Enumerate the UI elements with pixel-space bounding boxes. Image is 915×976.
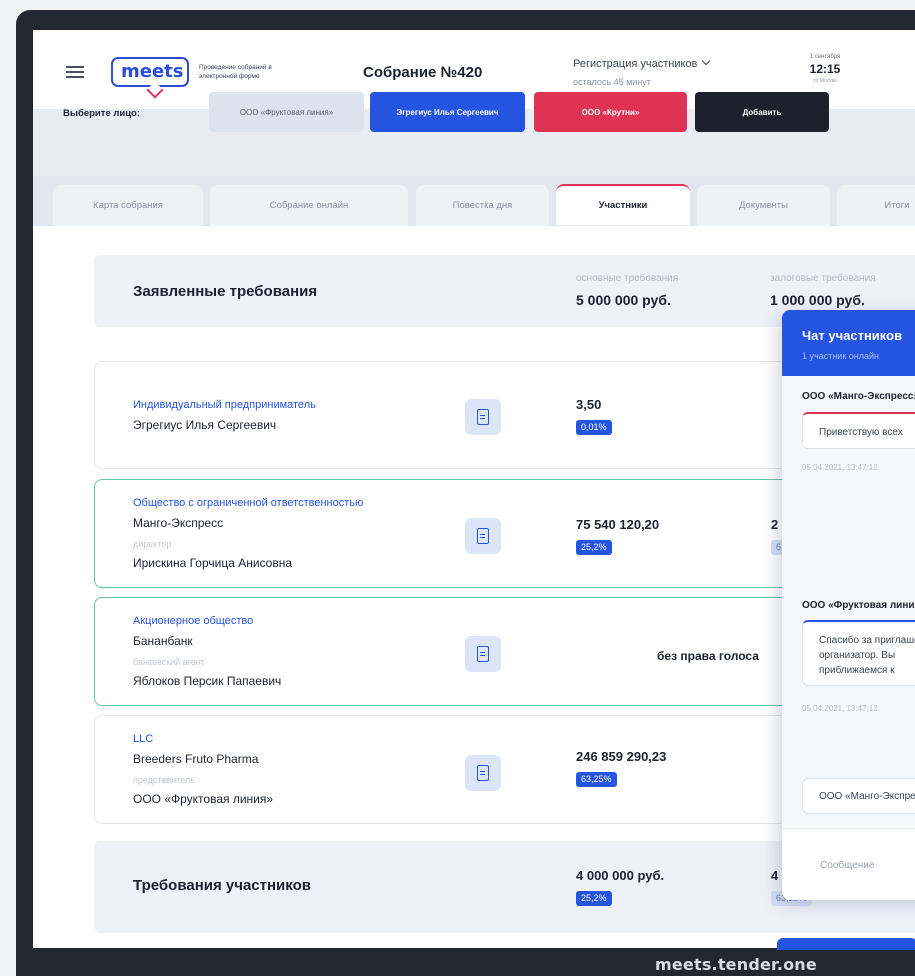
claims-title: Заявленные требования bbox=[133, 283, 318, 300]
meeting-title: Собрание №420 bbox=[363, 64, 483, 81]
participant-type: LLC bbox=[133, 733, 154, 745]
participant-representative: ООО «Фруктовая линия» bbox=[133, 792, 274, 806]
date-label: 1 сентября bbox=[809, 54, 841, 60]
message-author: ООО «Манго-Экспресс» bbox=[802, 391, 915, 402]
registration-dropdown[interactable]: Регистрация участников bbox=[573, 56, 711, 70]
logo-text: meets bbox=[121, 61, 184, 82]
document-icon[interactable] bbox=[465, 399, 501, 435]
participant-claims-amount: 4 000 000 руб. bbox=[576, 868, 665, 883]
participant-type: Индивидуальный предприниматель bbox=[133, 399, 316, 411]
tab-meeting-online[interactable]: Собрание онлайн bbox=[210, 185, 408, 226]
participant-collateral-amount: 2 bbox=[771, 517, 779, 532]
tab-agenda[interactable]: Повестка дня bbox=[416, 185, 549, 226]
message-text-line: приближаемся к bbox=[819, 665, 895, 676]
chat-panel: Чат участников 1 участник онлайн ООО «Ма… bbox=[782, 310, 915, 900]
logo-tagline: Проведение собраний в электронной форме bbox=[199, 64, 272, 80]
chat-header: Чат участников 1 участник онлайн bbox=[782, 310, 915, 376]
tab-meeting-map[interactable]: Карта собрания bbox=[53, 185, 203, 226]
menu-icon[interactable] bbox=[66, 66, 84, 78]
logo[interactable]: meets bbox=[111, 57, 189, 87]
participant-representative: Ирискина Горчица Анисовна bbox=[133, 556, 293, 570]
message-bubble: Спасибо за приглашение, организатор. Вы … bbox=[802, 620, 915, 686]
document-icon[interactable] bbox=[465, 636, 501, 672]
message-time: 05.04.2021, 13:47:12 bbox=[802, 463, 878, 472]
person-option-krutni[interactable]: ООО «Крутни» bbox=[534, 92, 687, 132]
tab-documents[interactable]: Документы bbox=[697, 185, 830, 226]
participant-type: Общество с ограниченной ответственностью bbox=[133, 497, 364, 509]
participant-percent: 25,2% bbox=[576, 540, 612, 555]
tab-participants[interactable]: Участники bbox=[556, 184, 690, 225]
registration-remaining: осталось 45 минут bbox=[573, 77, 651, 87]
participant-amount: 246 859 290,23 bbox=[576, 749, 667, 764]
participant-name: Эгрегиус Илья Сергеевич bbox=[133, 418, 277, 432]
no-vote-label: без права голоса bbox=[657, 649, 759, 663]
participant-role: представитель bbox=[133, 775, 195, 785]
participant-representative: Яблоков Персик Папаевич bbox=[133, 674, 282, 688]
document-icon[interactable] bbox=[465, 518, 501, 554]
person-selector-label: Выберите лицо: bbox=[63, 108, 141, 119]
participant-claims-collateral-amount: 4 bbox=[771, 868, 779, 883]
participant-name: Breeders Fruto Pharma bbox=[133, 752, 259, 766]
participant-name: Манго-Экспресс bbox=[133, 516, 224, 530]
participant-type: Акционерное общество bbox=[133, 615, 254, 627]
registration-label: Регистрация участников bbox=[573, 58, 698, 70]
participant-claims-title: Требования участников bbox=[133, 877, 311, 894]
participant-claims-percent: 25,2% bbox=[576, 891, 612, 906]
participant-role: банковский агент bbox=[133, 657, 205, 667]
app-viewport: meets Проведение собраний в электронной … bbox=[33, 30, 915, 948]
message-time: 05.04.2021, 13:47:12 bbox=[802, 704, 878, 713]
message-bubble: ООО «Манго-Экспресс» bbox=[802, 778, 915, 814]
chat-title: Чат участников bbox=[802, 328, 903, 343]
message-author: ООО «Фруктовая линия» bbox=[802, 600, 915, 611]
chat-input-placeholder[interactable]: Сообщение bbox=[820, 860, 874, 871]
document-icon[interactable] bbox=[465, 755, 501, 791]
participant-role: директор bbox=[133, 539, 172, 549]
participant-amount: 3,50 bbox=[576, 397, 602, 412]
chat-messages: ООО «Манго-Экспресс» Приветствую всех 05… bbox=[782, 376, 915, 826]
tab-results[interactable]: Итоги bbox=[837, 185, 915, 226]
message-text-line: Спасибо за приглашение, bbox=[819, 635, 915, 646]
chevron-down-icon bbox=[702, 56, 711, 66]
chat-send-button[interactable] bbox=[777, 938, 915, 950]
chat-online-count: 1 участник онлайн bbox=[802, 351, 879, 361]
person-option-fruit-line[interactable]: ООО «Фруктовая линия» bbox=[209, 92, 364, 132]
participant-percent: 0,01% bbox=[576, 420, 612, 435]
participant-name: Бананбанк bbox=[133, 634, 193, 648]
message-text: Приветствую всех bbox=[819, 427, 903, 438]
message-bubble: Приветствую всех bbox=[802, 412, 915, 449]
message-text-line: организатор. Вы bbox=[819, 650, 896, 661]
claims-collateral-value: 1 000 000 руб. bbox=[770, 292, 865, 308]
person-option-egregius[interactable]: Эгрегиус Илья Сергеевич bbox=[370, 92, 525, 132]
claims-main-label: основные требования bbox=[576, 273, 679, 284]
claims-main-value: 5 000 000 руб. bbox=[576, 292, 671, 308]
timezone-label: по Москве bbox=[813, 78, 837, 84]
footer-url: meets.tender.one bbox=[655, 955, 817, 974]
message-author: ООО «Манго-Экспресс» bbox=[819, 791, 915, 802]
add-person-button[interactable]: Добавить bbox=[695, 92, 829, 132]
time-label: 12:15 bbox=[809, 62, 841, 76]
claims-collateral-label: залоговые требования bbox=[770, 273, 876, 284]
participant-percent: 63,25% bbox=[576, 772, 617, 787]
participant-amount: 75 540 120,20 bbox=[576, 517, 660, 532]
datetime-widget: 1 сентября 12:15 по Москве bbox=[801, 54, 849, 84]
